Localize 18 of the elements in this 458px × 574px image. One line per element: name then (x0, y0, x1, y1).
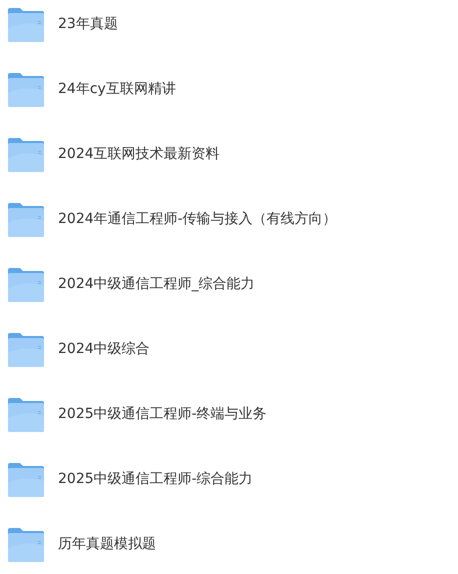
folder-icon (8, 398, 44, 432)
folder-icon (8, 73, 44, 107)
folder-icon (8, 138, 44, 172)
folder-name[interactable]: 2025中级通信工程师-终端与业务 (58, 404, 267, 422)
folder-icon (8, 528, 44, 562)
folder-icon (8, 463, 44, 497)
folder-name[interactable]: 2024中级通信工程师_综合能力 (58, 274, 255, 292)
folder-icon (8, 268, 44, 302)
folder-icon (8, 8, 44, 42)
folder-icon (8, 203, 44, 237)
folder-name[interactable]: 24年cy互联网精讲 (58, 80, 176, 98)
folder-icon (8, 333, 44, 367)
folder-name[interactable]: 2024年通信工程师-传输与接入（有线方向） (58, 210, 337, 228)
folder-name[interactable]: 2024中级综合 (58, 340, 150, 358)
folder-name[interactable]: 历年真题模拟题 (58, 534, 156, 552)
folder-name[interactable]: 2024互联网技术最新资料 (58, 144, 220, 162)
folder-name[interactable]: 23年真题 (58, 14, 118, 32)
folder-name[interactable]: 2025中级通信工程师-综合能力 (58, 470, 253, 488)
